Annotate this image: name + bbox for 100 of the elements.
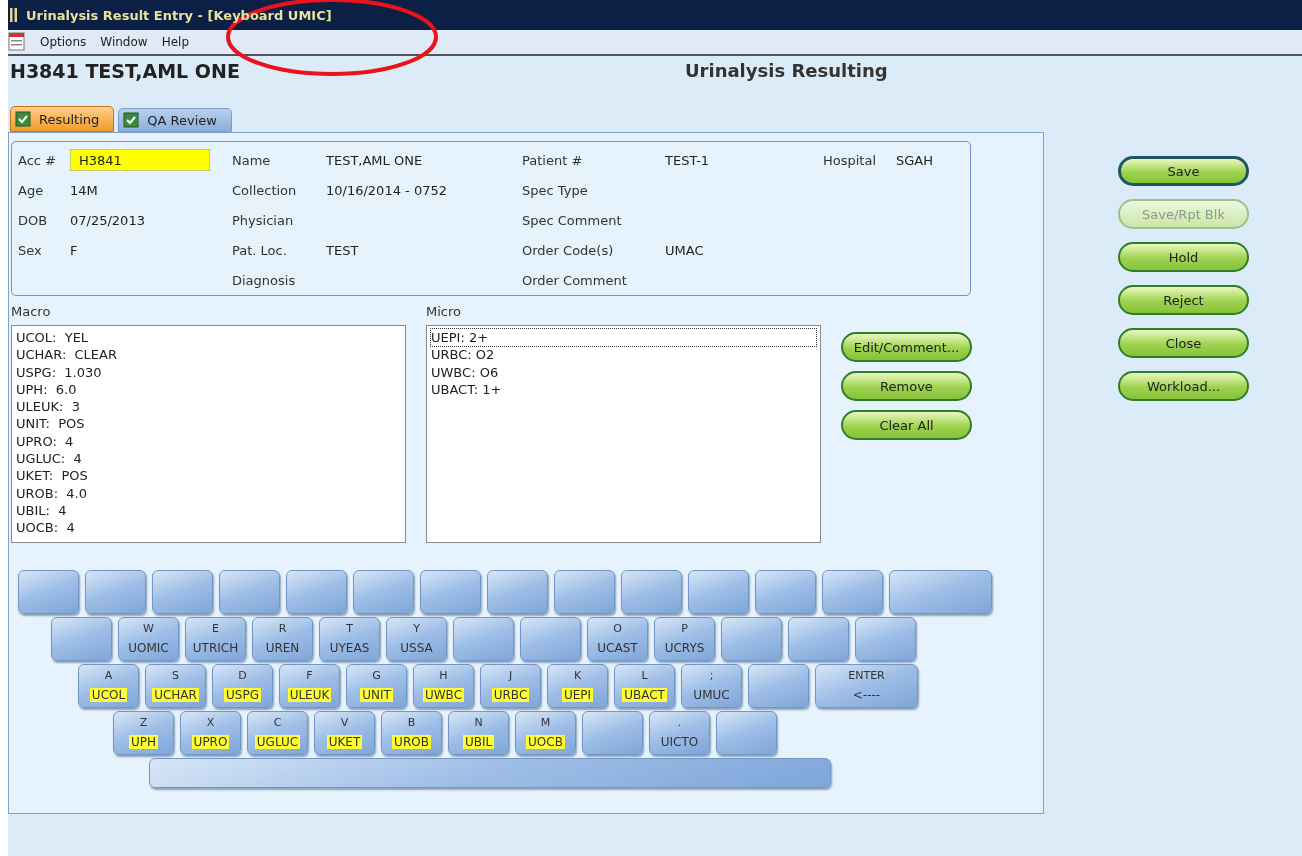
list-action-button[interactable]: Remove [841, 371, 972, 401]
list-item[interactable]: UEPI: 2+ [431, 329, 816, 347]
blank-key[interactable] [520, 617, 581, 661]
list-item[interactable]: UROB: 4.0 [16, 484, 88, 502]
keyboard-key[interactable]: D USPG [212, 664, 273, 708]
menu-item[interactable]: Window [100, 35, 148, 49]
key-letter: . [677, 717, 682, 729]
info-label: Spec Comment [522, 212, 623, 228]
menu-item[interactable]: Help [161, 35, 189, 49]
keyboard-key[interactable]: Z UPH [113, 711, 174, 755]
blank-key[interactable] [748, 664, 809, 708]
blank-key[interactable] [353, 570, 414, 614]
keyboard-key[interactable]: Y USSA [386, 617, 447, 661]
blank-key[interactable] [85, 570, 146, 614]
blank-key[interactable] [716, 711, 777, 755]
action-button[interactable]: Reject [1118, 285, 1249, 315]
keyboard-key[interactable]: A UCOL [78, 664, 139, 708]
tab[interactable]: QA Review [118, 108, 232, 132]
list-item[interactable]: UOCB: 4 [16, 519, 75, 537]
action-button[interactable]: Hold [1118, 242, 1249, 272]
keyboard-key[interactable]: N UBIL [448, 711, 509, 755]
blank-key[interactable] [286, 570, 347, 614]
key-letter: Z [139, 717, 148, 729]
list-item[interactable]: UCOL: YEL [16, 329, 89, 347]
key-letter: N [474, 717, 483, 729]
list-item[interactable]: UCHAR: CLEAR [16, 346, 117, 364]
blank-key[interactable] [822, 570, 883, 614]
blank-key[interactable] [688, 570, 749, 614]
list-action-button[interactable]: Edit/Comment... [841, 332, 972, 362]
keyboard-key[interactable]: L UBACT [614, 664, 675, 708]
list-item[interactable]: UPRO: 4 [16, 432, 74, 451]
tab[interactable]: Resulting [10, 106, 115, 132]
list-item[interactable]: UWBC: O6 [431, 363, 816, 381]
micro-list[interactable]: UEPI: 2+ URBC: O2 UWBC: O6 UBACT: 1+ [426, 325, 821, 543]
key-letter: A [104, 670, 113, 682]
blank-key[interactable] [453, 617, 514, 661]
key-code: UWBC [422, 688, 465, 702]
macro-list[interactable]: UCOL: YEL UCHAR: CLEAR USPG: 1.030 UPH: 6.0 ULEUK: 3 UNIT: POS UPRO: 4 UGLUC: 4 UKET: POS UROB: 4.0 UBIL: 4 UOCB: 4 [11, 325, 406, 543]
keyboard-key[interactable]: G UNIT [346, 664, 407, 708]
keyboard-key[interactable]: V UKET [314, 711, 375, 755]
blank-key[interactable] [889, 570, 992, 614]
blank-key[interactable] [788, 617, 849, 661]
keyboard-key[interactable]: ENTER <---- [815, 664, 918, 708]
blank-key[interactable] [554, 570, 615, 614]
key-code: UCAST [596, 641, 639, 655]
action-button[interactable]: Close [1118, 328, 1249, 358]
keyboard-key[interactable]: C UGLUC [247, 711, 308, 755]
blank-key[interactable] [51, 617, 112, 661]
keyboard-key[interactable]: R UREN [252, 617, 313, 661]
list-item[interactable]: UKET: POS [16, 467, 88, 485]
blank-key[interactable] [855, 617, 916, 661]
list-item[interactable]: USPG: 1.030 [16, 363, 102, 381]
blank-key[interactable] [18, 570, 79, 614]
action-button[interactable]: Workload... [1118, 371, 1249, 401]
keyboard-key[interactable]: W UOMIC [118, 617, 179, 661]
blank-key[interactable] [721, 617, 782, 661]
key-code: UREN [264, 641, 301, 655]
key-letter: M [540, 717, 551, 729]
key-letter: D [238, 670, 247, 682]
keyboard-key[interactable]: H UWBC [413, 664, 474, 708]
blank-key[interactable] [219, 570, 280, 614]
keyboard-key[interactable]: T UYEAS [319, 617, 380, 661]
keyboard-key[interactable]: E UTRICH [185, 617, 246, 661]
keyboard-key[interactable]: P UCRYS [654, 617, 715, 661]
accession-field[interactable]: H3841 [70, 149, 210, 171]
space-bar[interactable] [149, 758, 831, 788]
keyboard-key[interactable]: B UROB [381, 711, 442, 755]
key-letter: T [346, 623, 353, 635]
info-value: SGAH [896, 152, 934, 168]
document-icon[interactable] [8, 32, 26, 52]
key-code: UICTO [659, 735, 700, 749]
info-value: 10/16/2014 - 0752 [326, 182, 448, 198]
blank-key[interactable] [582, 711, 643, 755]
blank-key[interactable] [420, 570, 481, 614]
keyboard-key[interactable]: J URBC [480, 664, 541, 708]
key-code: USSA [399, 641, 434, 655]
list-item[interactable]: URBC: O2 [431, 346, 816, 364]
list-item[interactable]: UBIL: 4 [16, 501, 67, 520]
menu-item[interactable]: Options [40, 35, 87, 49]
blank-key[interactable] [487, 570, 548, 614]
list-item[interactable]: UGLUC: 4 [16, 450, 82, 468]
list-item[interactable]: UBACT: 1+ [431, 380, 816, 399]
keyboard-key[interactable]: M UOCB [515, 711, 576, 755]
list-action-button[interactable]: Clear All [841, 410, 972, 440]
blank-key[interactable] [152, 570, 213, 614]
list-item[interactable]: ULEUK: 3 [16, 398, 80, 416]
keyboard-key[interactable]: F ULEUK [279, 664, 340, 708]
list-item[interactable]: UNIT: POS [16, 415, 85, 433]
blank-key[interactable] [755, 570, 816, 614]
action-button[interactable]: Save [1118, 156, 1249, 186]
keyboard-key[interactable]: X UPRO [180, 711, 241, 755]
blank-key[interactable] [621, 570, 682, 614]
keyboard-key[interactable]: . UICTO [649, 711, 710, 755]
keyboard-key[interactable]: ; UMUC [681, 664, 742, 708]
keyboard-key[interactable]: O UCAST [587, 617, 648, 661]
key-code: UCOL [89, 688, 128, 702]
key-code: UOMIC [127, 641, 170, 655]
list-item[interactable]: UPH: 6.0 [16, 380, 77, 399]
keyboard-key[interactable]: S UCHAR [145, 664, 206, 708]
keyboard-key[interactable]: K UEPI [547, 664, 608, 708]
